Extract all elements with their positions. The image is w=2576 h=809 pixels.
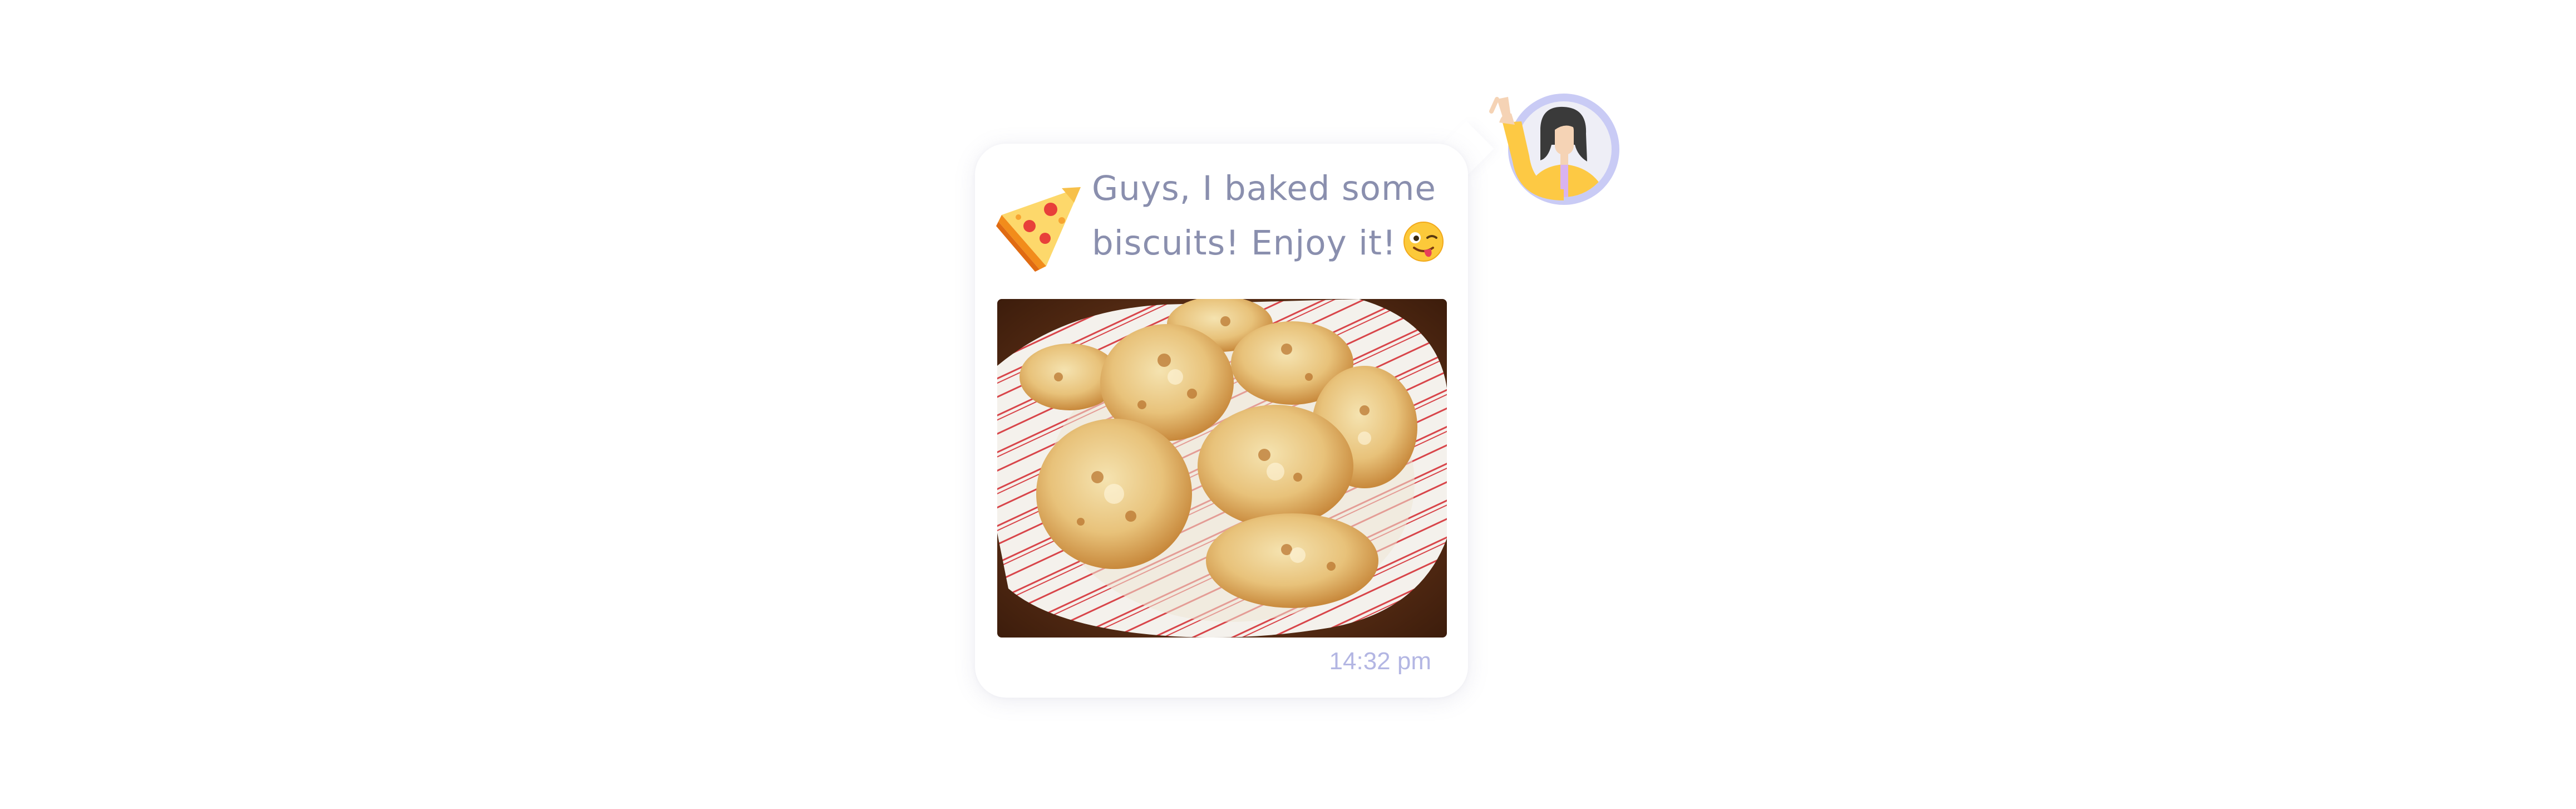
- pizza-emoji-icon: [996, 187, 1081, 272]
- message-line-2: biscuits! Enjoy it!: [1092, 223, 1397, 263]
- biscuits-photo[interactable]: [997, 299, 1447, 638]
- message-text: Guys, I baked some biscuits! Enjoy it!: [1092, 161, 1448, 271]
- waving-woman-avatar[interactable]: [1480, 89, 1619, 217]
- message-timestamp: 14:32 pm: [1329, 648, 1431, 675]
- message-line-2-wrap: biscuits! Enjoy it!: [1092, 216, 1448, 271]
- chat-stage: Guys, I baked some biscuits! Enjoy it! 1…: [0, 0, 2576, 809]
- winking-tongue-emoji-icon: [1403, 222, 1444, 262]
- message-line-1: Guys, I baked some: [1092, 169, 1436, 208]
